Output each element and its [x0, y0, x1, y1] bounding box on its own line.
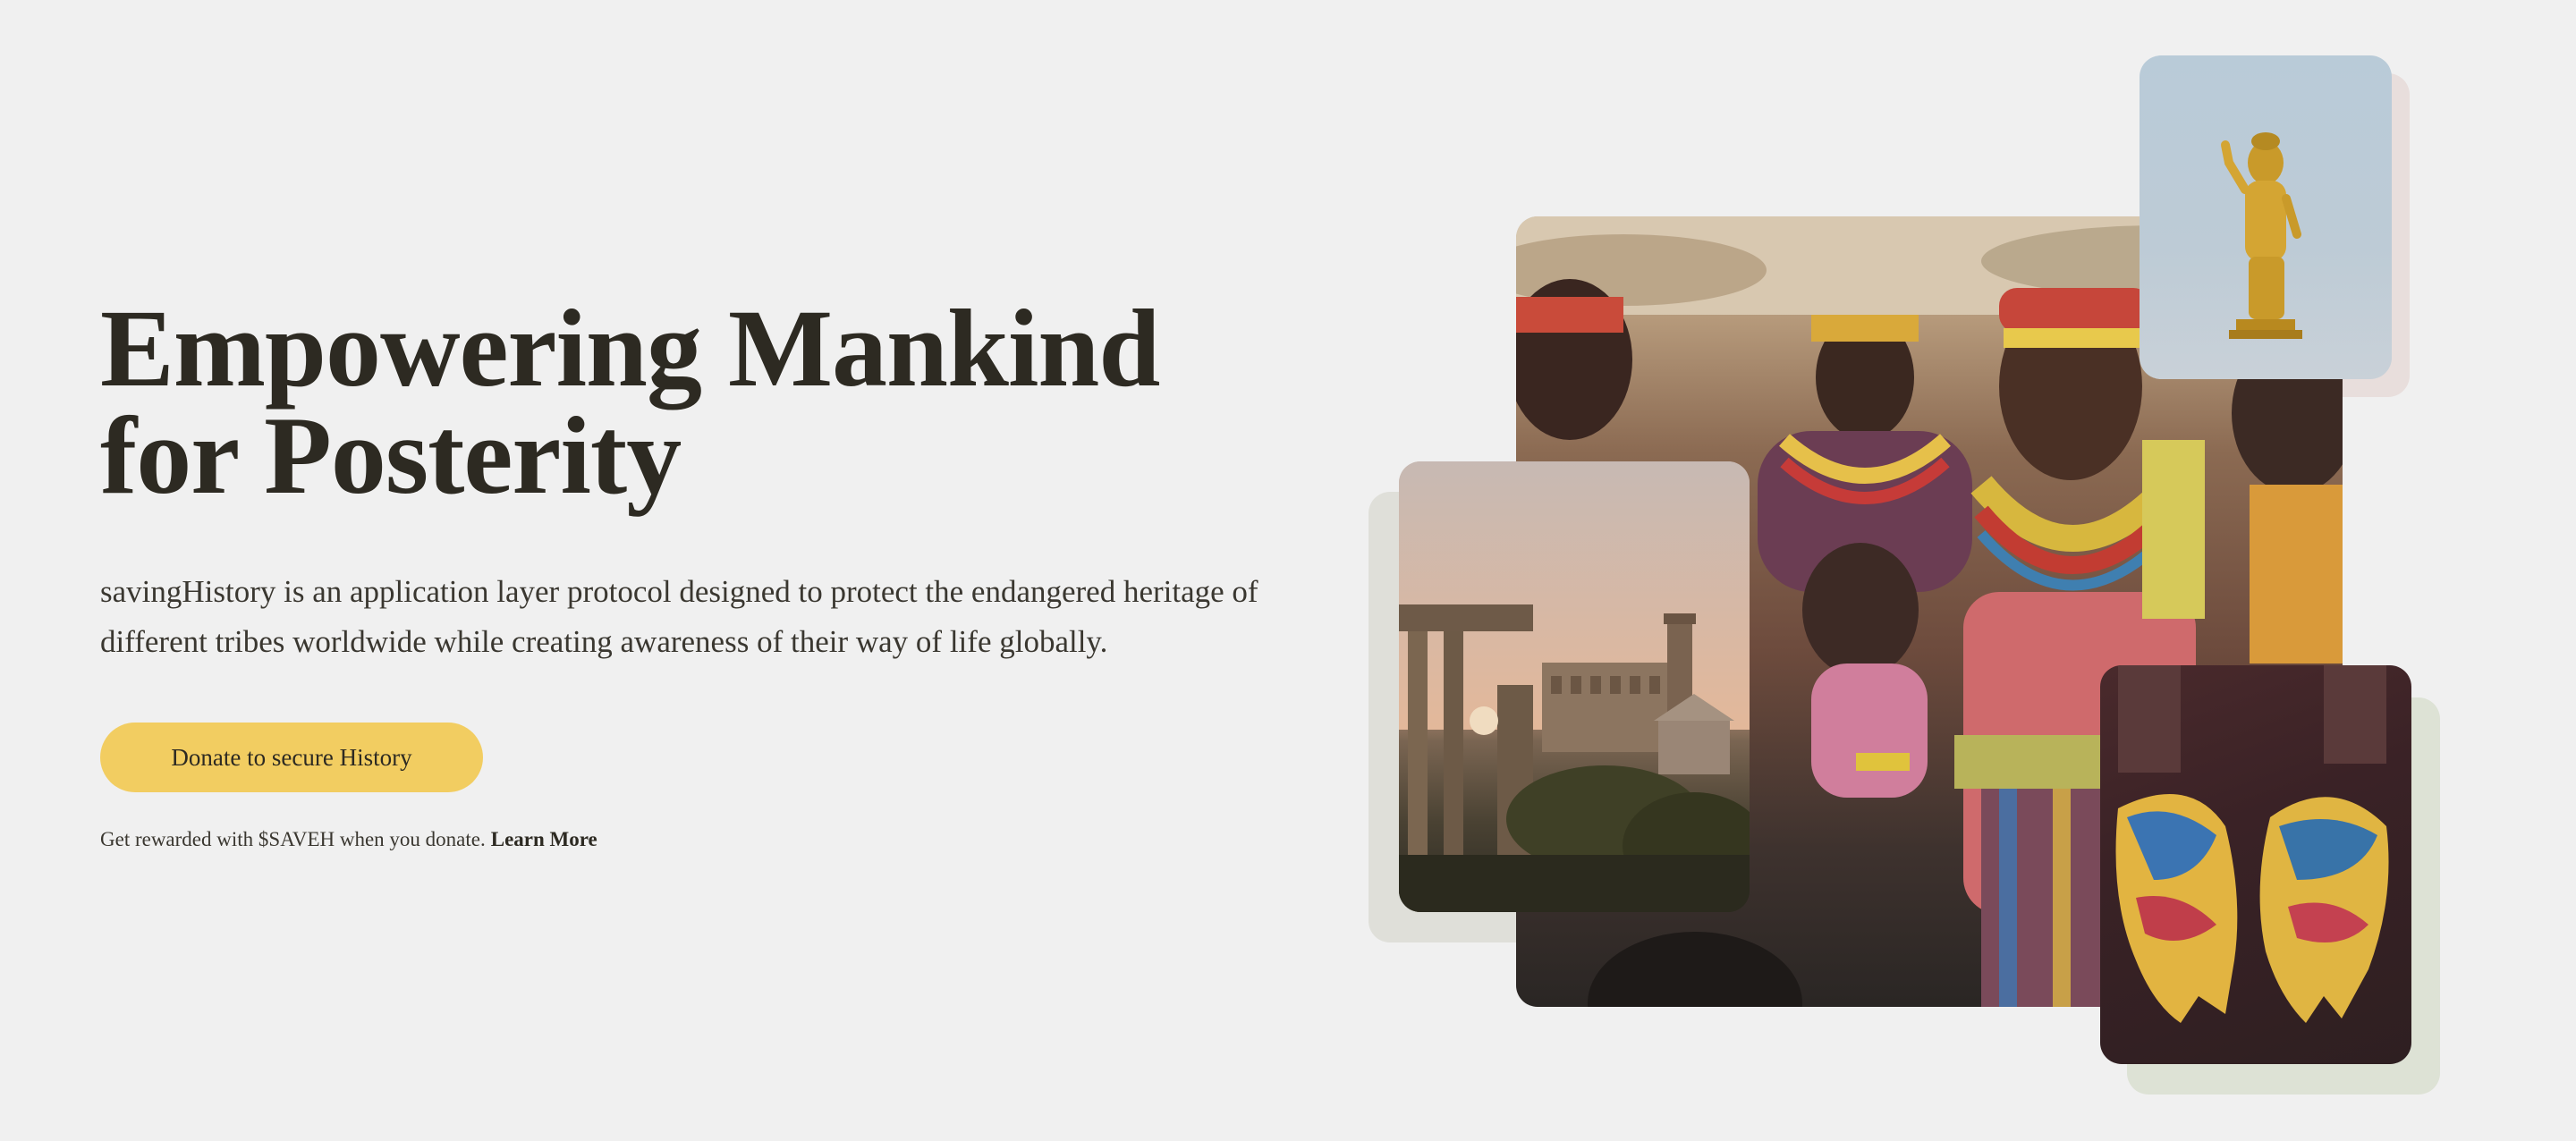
- hero-title-line1: Empowering Mankind: [100, 287, 1160, 410]
- hero-description: savingHistory is an application layer pr…: [100, 574, 1258, 659]
- rome-ruins-illustration: [1399, 461, 1750, 912]
- reward-note: Get rewarded with $SAVEH when you donate…: [100, 828, 1299, 851]
- buddha-statue-photo: [2140, 55, 2392, 379]
- donate-button[interactable]: Donate to secure History: [100, 723, 483, 792]
- painted-hands-illustration: [2115, 665, 2389, 1023]
- hero-title: Empowering Mankind for Posterity: [100, 293, 1299, 511]
- hero-title-line2: for Posterity: [100, 394, 682, 517]
- hero-section: Empowering Mankind for Posterity savingH…: [100, 293, 1299, 851]
- rome-ruins-photo: [1399, 461, 1750, 912]
- buddha-statue-illustration: [2221, 132, 2302, 339]
- painted-hands-photo: [2100, 665, 2411, 1064]
- reward-text: Get rewarded with $SAVEH when you donate…: [100, 828, 486, 850]
- learn-more-link[interactable]: Learn More: [491, 828, 597, 850]
